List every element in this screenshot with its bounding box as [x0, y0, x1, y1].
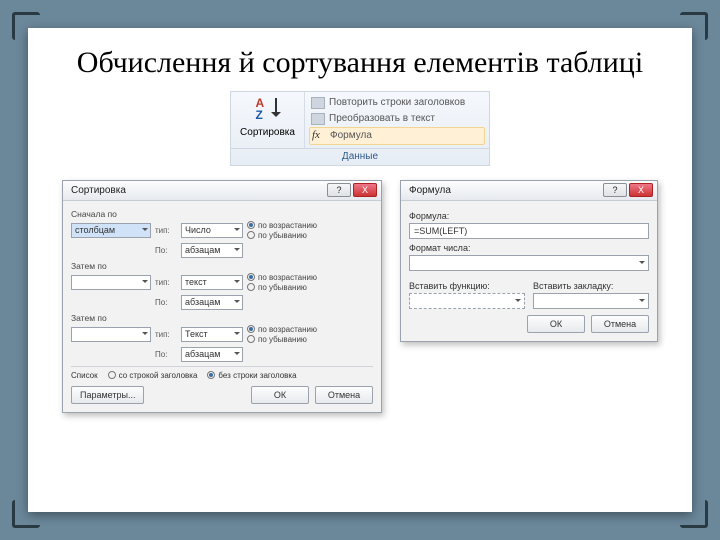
sort-field-3-combo[interactable] — [71, 327, 151, 342]
asc-radio-1[interactable]: по возрастанию — [247, 221, 317, 230]
help-button[interactable]: ? — [603, 183, 627, 197]
formula-field-label: Формула: — [409, 211, 649, 221]
without-header-radio[interactable]: без строки заголовка — [207, 371, 296, 380]
help-button[interactable]: ? — [327, 183, 351, 197]
by-label: По: — [155, 246, 177, 255]
convert-text-label: Преобразовать в текст — [329, 113, 435, 124]
insert-function-label: Вставить функцию: — [409, 281, 525, 291]
sort-label: Сортировка — [233, 127, 302, 138]
sort-type-1-combo[interactable]: Число — [181, 223, 243, 238]
formula-input[interactable]: =SUM(LEFT) — [409, 223, 649, 239]
convert-to-text-button[interactable]: Преобразовать в текст — [309, 111, 485, 127]
number-format-label: Формат числа: — [409, 243, 649, 253]
desc-radio-2[interactable]: по убыванию — [247, 283, 317, 292]
repeat-rows-label: Повторить строки заголовков — [329, 97, 465, 108]
desc-radio-3[interactable]: по убыванию — [247, 335, 317, 344]
insert-bookmark-combo[interactable] — [533, 293, 649, 309]
ribbon-group-caption: Данные — [231, 148, 489, 165]
ribbon-data-group: AZ Сортировка Повторить строки заголовко… — [230, 91, 490, 166]
sort-then1-label: Затем по — [71, 261, 373, 271]
formula-dialog: Формула ? X Формула: =SUM(LEFT) Формат ч… — [400, 180, 658, 342]
sort-field-1-combo[interactable]: столбцам — [71, 223, 151, 238]
close-button[interactable]: X — [353, 183, 377, 197]
formula-button[interactable]: fx Формула — [309, 127, 485, 145]
divider — [71, 366, 373, 367]
with-header-radio[interactable]: со строкой заголовка — [108, 371, 198, 380]
params-button[interactable]: Параметры... — [71, 386, 144, 404]
formula-label: Формула — [330, 130, 372, 141]
sort-by-1-combo[interactable]: абзацам — [181, 243, 243, 258]
sort-first-label: Сначала по — [71, 209, 373, 219]
sort-type-3-combo[interactable]: Текст — [181, 327, 243, 342]
convert-text-icon — [311, 113, 325, 125]
sort-by-2-combo[interactable]: абзацам — [181, 295, 243, 310]
sort-type-2-combo[interactable]: текст — [181, 275, 243, 290]
ok-button[interactable]: ОК — [527, 315, 585, 333]
sort-button[interactable]: AZ Сортировка — [231, 92, 305, 148]
cancel-button[interactable]: Отмена — [315, 386, 373, 404]
close-button[interactable]: X — [629, 183, 653, 197]
dialog-title: Сортировка — [71, 185, 126, 196]
cancel-button[interactable]: Отмена — [591, 315, 649, 333]
sort-by-3-combo[interactable]: абзацам — [181, 347, 243, 362]
asc-radio-2[interactable]: по возрастанию — [247, 273, 317, 282]
headers-label: Список — [71, 371, 98, 380]
dialog-title: Формула — [409, 185, 451, 196]
sort-then2-label: Затем по — [71, 313, 373, 323]
sort-az-icon: AZ — [253, 98, 283, 124]
sort-dialog: Сортировка ? X Сначала по столбцам тип: … — [62, 180, 382, 413]
number-format-combo[interactable] — [409, 255, 649, 271]
repeat-header-rows-button[interactable]: Повторить строки заголовков — [309, 95, 485, 111]
asc-radio-3[interactable]: по возрастанию — [247, 325, 317, 334]
insert-bookmark-label: Вставить закладку: — [533, 281, 649, 291]
repeat-rows-icon — [311, 97, 325, 109]
sort-field-2-combo[interactable] — [71, 275, 151, 290]
fx-icon: fx — [312, 130, 326, 142]
type-label: тип: — [155, 226, 177, 235]
insert-function-combo[interactable] — [409, 293, 525, 309]
slide: Обчислення й сортування елементів таблиц… — [28, 28, 692, 512]
desc-radio-1[interactable]: по убыванию — [247, 231, 317, 240]
slide-title: Обчислення й сортування елементів таблиц… — [50, 46, 670, 81]
ok-button[interactable]: ОК — [251, 386, 309, 404]
